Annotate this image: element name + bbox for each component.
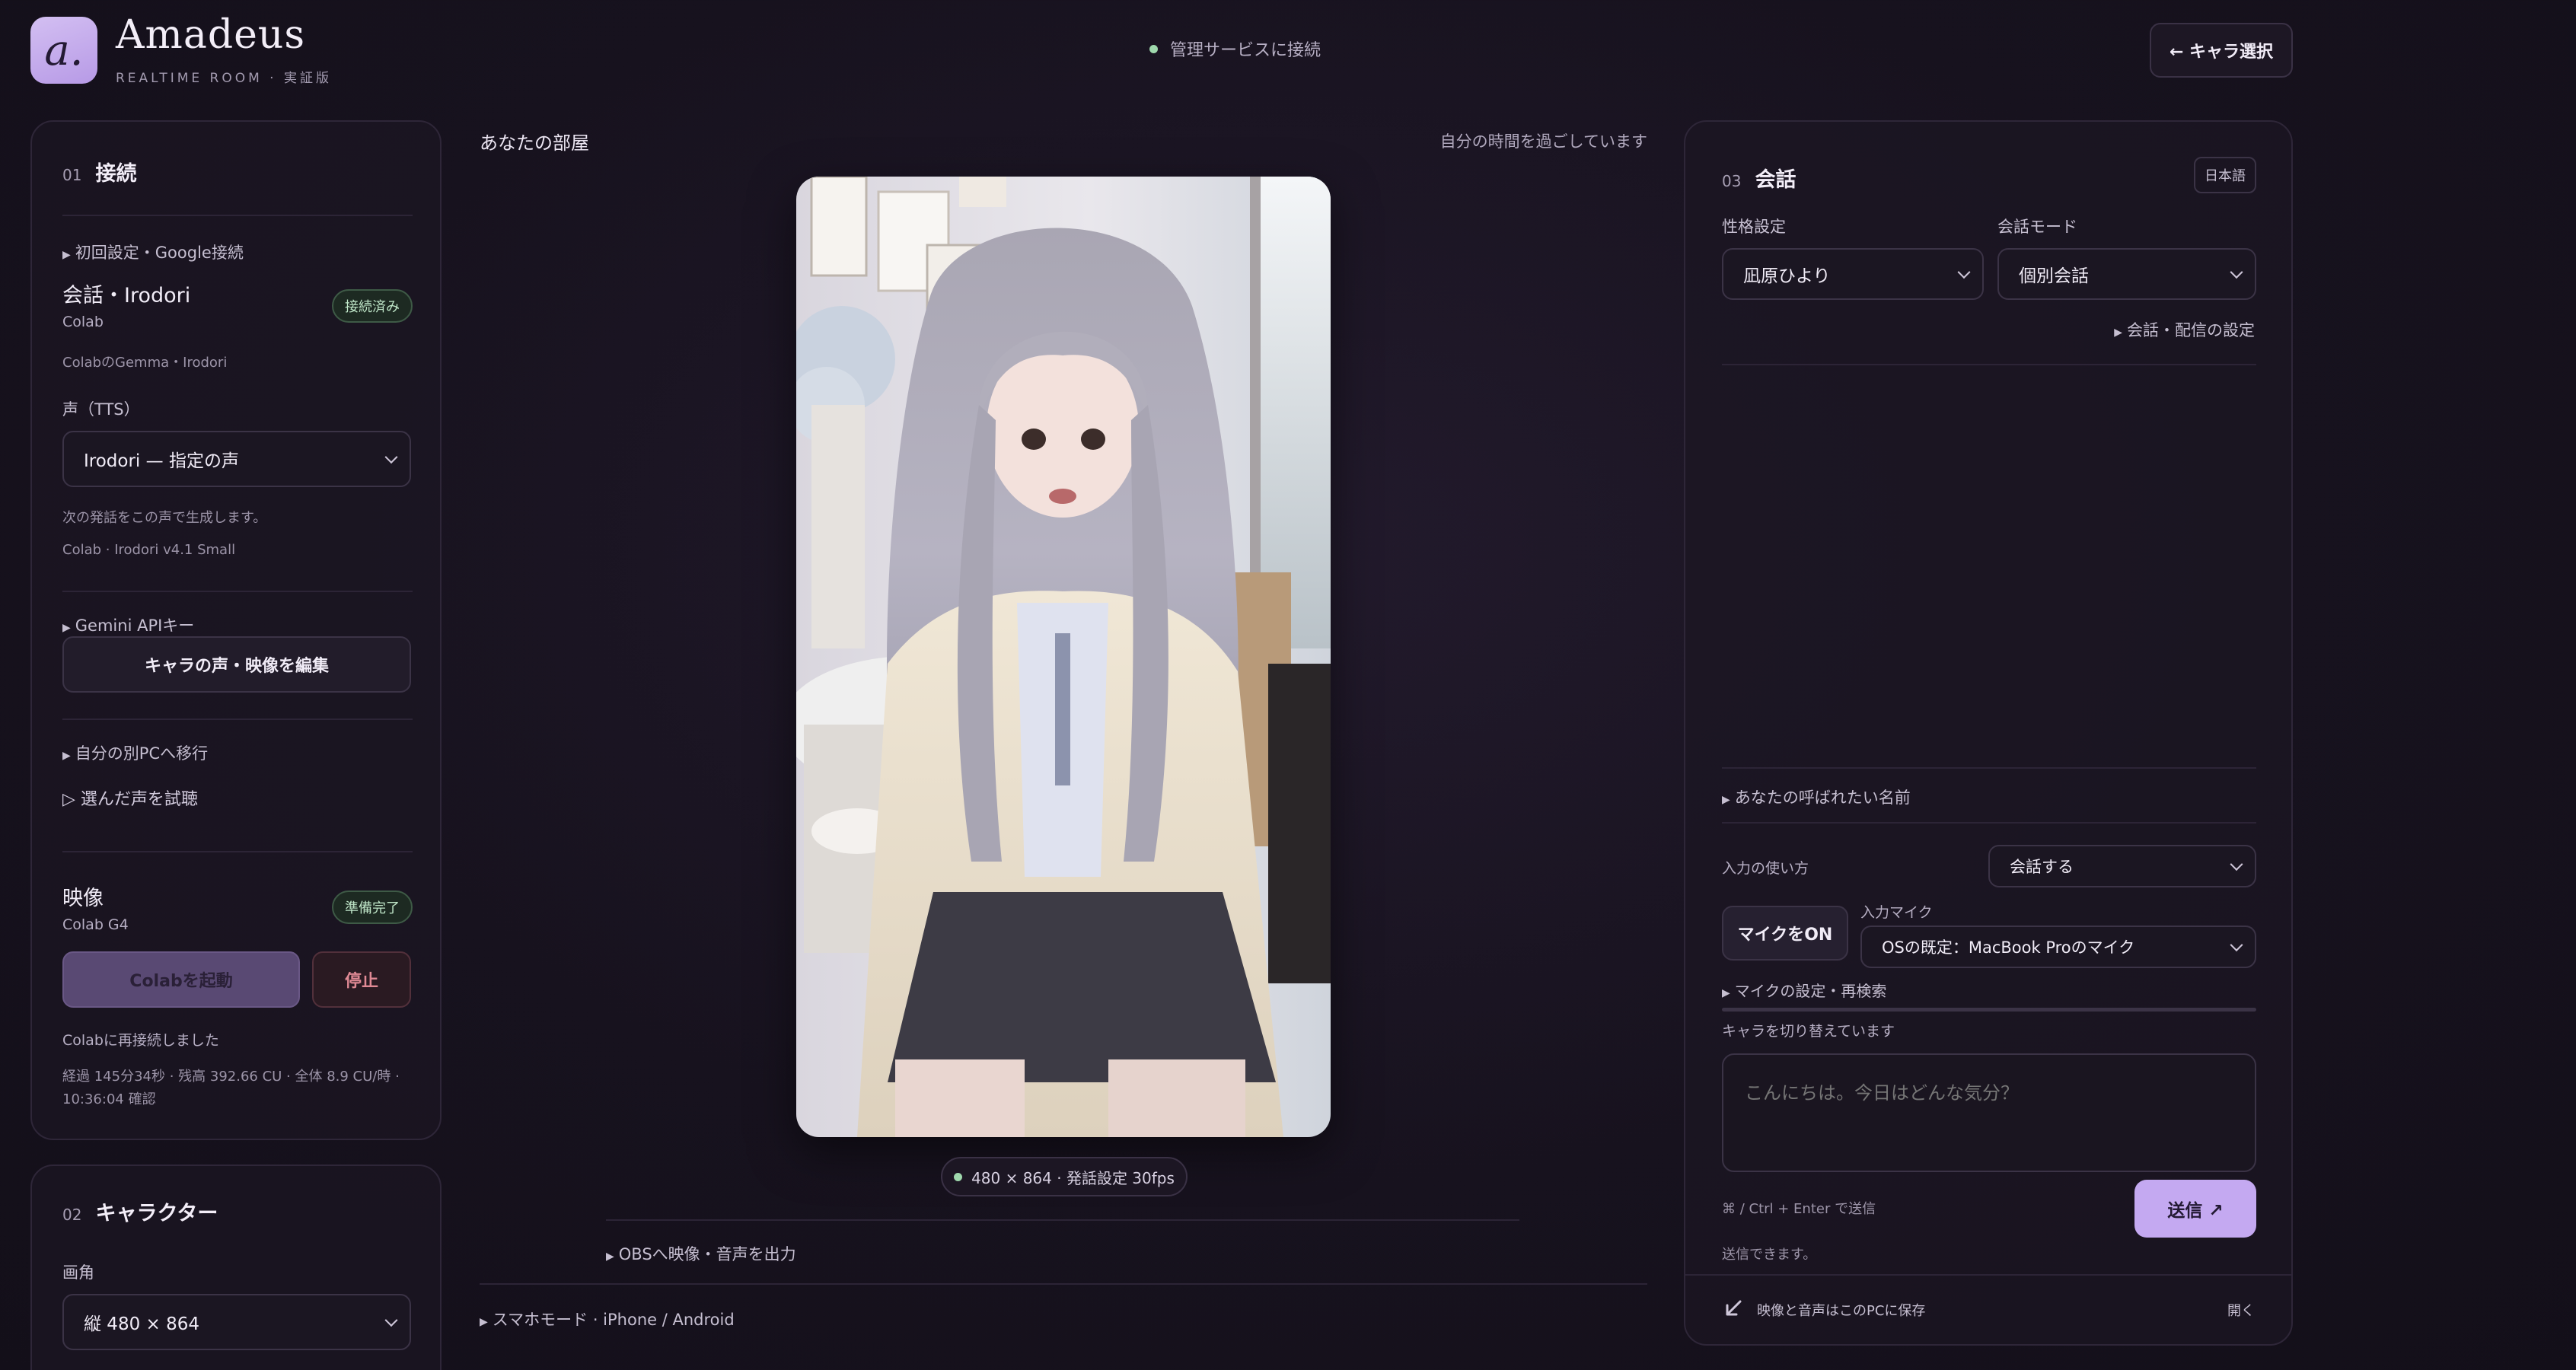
start-colab-button[interactable]: Colabを起動 (62, 951, 300, 1008)
room-status: 自分の時間を過ごしています (1439, 132, 1647, 151)
mic-settings-toggle[interactable]: ▶ マイクの設定・再検索 (1722, 979, 1886, 1001)
voice-select[interactable]: Irodori — 指定の声 (62, 431, 411, 487)
trial-voice-button[interactable]: ▷ 選んだ声を試聴 (62, 785, 198, 810)
connection-status-text: 管理サービスに接続 (1170, 41, 1321, 60)
section-number: 03 (1722, 172, 1742, 190)
app-logo: a. (30, 17, 97, 84)
divider (1722, 364, 2256, 365)
section-number: 02 (62, 1206, 82, 1224)
chevron-down-icon (1957, 266, 1971, 279)
reconnect-message: Colabに再接続しました (62, 1032, 219, 1049)
conversation-service-desc: ColabのGemma・Irodori (62, 355, 228, 371)
triangle-right-icon: ▶ (62, 750, 71, 762)
status-dot-icon (954, 1172, 963, 1181)
room-title: あなたの部屋 (480, 132, 589, 154)
divider (480, 1283, 1647, 1285)
section-title: キャラクター (95, 1202, 218, 1225)
triangle-right-icon: ▶ (62, 249, 71, 261)
save-location-note: 映像と音声はこのPCに保存 (1757, 1303, 1926, 1319)
angle-select[interactable]: 縦 480 × 864 (62, 1294, 411, 1350)
personality-select[interactable]: 凪原ひより (1722, 248, 1984, 300)
character-image (796, 177, 1331, 1137)
section-number: 01 (62, 166, 82, 184)
input-usage-label: 入力の使い方 (1722, 860, 1809, 877)
video-info-pill: 480 × 864 · 発話設定 30fps (941, 1157, 1188, 1196)
chevron-down-icon (384, 1314, 398, 1327)
voice-label: 声（TTS） (62, 400, 140, 419)
app-title: Amadeus (116, 12, 306, 58)
ready-badge: 準備完了 (332, 890, 413, 924)
divider (62, 718, 413, 720)
divider (62, 215, 413, 216)
edit-character-button[interactable]: キャラの声・映像を編集 (62, 636, 411, 693)
back-to-character-select-button[interactable]: ← キャラ選択 (2150, 23, 2293, 78)
message-input[interactable] (1722, 1053, 2256, 1172)
migrate-toggle[interactable]: ▶ 自分の別PCへ移行 (62, 741, 208, 764)
divider (62, 591, 413, 592)
mic-select[interactable]: OSの既定：MacBook Proのマイク (1860, 926, 2256, 968)
connection-panel: 01 接続 ▶ 初回設定・Google接続 会話・Irodori Colab 接続… (30, 120, 442, 1140)
chevron-down-icon (2230, 266, 2243, 279)
mic-on-button[interactable]: マイクをON (1722, 906, 1848, 961)
stream-settings-toggle[interactable]: ▶ 会話・配信の設定 (2114, 318, 2255, 341)
chevron-down-icon (384, 451, 398, 464)
preferred-name-toggle[interactable]: ▶ あなたの呼ばれたい名前 (1722, 785, 1911, 808)
obs-output-toggle[interactable]: ▶ OBSへ映像・音声を出力 (606, 1242, 796, 1265)
app-subtitle: REALTIME ROOM · 実証版 (116, 71, 332, 86)
section-title: 会話 (1755, 168, 1797, 192)
voice-note: 次の発話をこの声で生成します。 (62, 510, 267, 526)
logo-letter: a. (44, 25, 84, 75)
triangle-right-icon: ▶ (480, 1316, 488, 1328)
status-dot-icon (1149, 44, 1158, 53)
video-info-text: 480 × 864 · 発話設定 30fps (971, 1168, 1175, 1187)
conversation-panel: 03 会話 日本語 性格設定 会話モード 凪原ひより 個別会話 ▶ 会話・配信の設… (1684, 120, 2293, 1346)
can-send-status: 送信できます。 (1722, 1247, 1817, 1263)
mode-label: 会話モード (1997, 218, 2077, 236)
conversation-mode-select[interactable]: 個別会話 (1997, 248, 2256, 300)
chat-log (1722, 367, 2256, 764)
mic-input-label: 入力マイク (1860, 904, 1933, 921)
divider (1722, 767, 2256, 769)
usage-line-1: 経過 145分34秒 · 残高 392.66 CU · 全体 8.9 CU/時 … (62, 1069, 400, 1085)
divider (1722, 822, 2256, 824)
connected-badge: 接続済み (332, 289, 413, 323)
triangle-right-icon: ▶ (1722, 987, 1730, 999)
send-button[interactable]: 送信 ↗ (2134, 1180, 2256, 1238)
character-video (796, 177, 1331, 1137)
triangle-right-icon: ▶ (62, 622, 71, 634)
conversation-service-title: 会話・Irodori (62, 284, 191, 307)
stop-button[interactable]: 停止 (312, 951, 411, 1008)
chevron-down-icon (2230, 938, 2243, 952)
video-sub: Colab G4 (62, 916, 129, 933)
language-badge[interactable]: 日本語 (2194, 157, 2256, 193)
chevron-down-icon (2230, 858, 2243, 871)
input-usage-select[interactable]: 会話する (1988, 845, 2256, 887)
setup-toggle[interactable]: ▶ 初回設定・Google接続 (62, 241, 244, 263)
personality-label: 性格設定 (1722, 218, 1786, 236)
switching-status: キャラを切り替えています (1722, 1023, 1895, 1040)
divider (606, 1219, 1519, 1221)
triangle-right-icon: ▶ (1722, 794, 1730, 806)
character-panel: 02 キャラクター 画角 縦 480 × 864 (30, 1164, 442, 1370)
connection-status: 管理サービスに接続 (1149, 37, 1321, 61)
triangle-right-icon: ▶ (2114, 327, 2122, 339)
divider (1685, 1274, 2291, 1276)
voice-model: Colab · Irodori v4.1 Small (62, 542, 236, 558)
phone-mode-toggle[interactable]: ▶ スマホモード · iPhone / Android (480, 1308, 735, 1330)
section-title: 接続 (95, 162, 137, 186)
arrow-down-left-icon (1722, 1297, 1745, 1320)
conversation-service-sub: Colab (62, 314, 104, 330)
video-title: 映像 (62, 887, 104, 910)
open-folder-link[interactable]: 開く (2227, 1300, 2255, 1320)
mic-level-meter (1722, 1008, 2256, 1012)
divider (62, 851, 413, 852)
triangle-right-icon: ▶ (606, 1251, 614, 1263)
usage-line-2: 10:36:04 確認 (62, 1091, 156, 1107)
angle-label: 画角 (62, 1263, 94, 1282)
send-shortcut-hint: ⌘ / Ctrl + Enter で送信 (1722, 1201, 1876, 1217)
gemini-key-toggle[interactable]: ▶ Gemini APIキー (62, 613, 194, 636)
